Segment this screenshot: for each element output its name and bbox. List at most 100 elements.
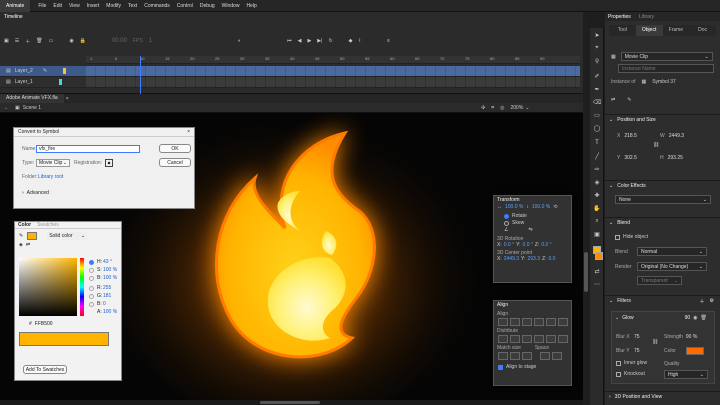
- folder-link[interactable]: Library root: [38, 174, 63, 180]
- align-left-icon[interactable]: [498, 318, 508, 326]
- space-horizontal-icon[interactable]: [552, 352, 562, 360]
- first-frame-icon[interactable]: ⏮: [287, 38, 292, 44]
- tab-object[interactable]: Object: [635, 25, 663, 36]
- layer-frames-layer-1[interactable]: [86, 77, 580, 88]
- back-arrow-icon[interactable]: ←: [4, 105, 9, 111]
- r-radio[interactable]: [89, 285, 94, 291]
- tab-swatches[interactable]: Swatches: [37, 222, 59, 228]
- blue-radio[interactable]: [89, 301, 94, 307]
- space-vertical-icon[interactable]: [540, 352, 550, 360]
- chevron-down-icon[interactable]: ⌄: [525, 105, 529, 111]
- s-radio[interactable]: [89, 267, 94, 273]
- horizontal-scrollbar[interactable]: [0, 400, 583, 405]
- tween-icon[interactable]: ⌇: [359, 38, 361, 44]
- w-value[interactable]: 2449.3: [669, 133, 684, 139]
- hue-slider[interactable]: [80, 258, 84, 316]
- align-hcenter-icon[interactable]: [510, 318, 520, 326]
- h-radio[interactable]: [89, 259, 94, 265]
- camera-tool-icon[interactable]: ▣: [593, 231, 601, 238]
- filters-section[interactable]: ⌄ Filters ＋ ⚙: [605, 295, 720, 306]
- chevron-right-icon[interactable]: ›: [22, 190, 24, 196]
- add-filter-icon[interactable]: ＋: [700, 298, 705, 305]
- tab-frame[interactable]: Frame: [662, 25, 690, 36]
- layer-color-icon[interactable]: [58, 79, 62, 85]
- distribute-vcenter-icon[interactable]: [510, 335, 520, 343]
- transparent-select[interactable]: Transparent ⌄: [637, 276, 682, 285]
- center-x-value[interactable]: 2449.3: [504, 256, 519, 262]
- eraser-tool-icon[interactable]: ⌫: [593, 99, 601, 106]
- distribute-bottom-icon[interactable]: [522, 335, 532, 343]
- edit-symbol-icon[interactable]: ✎: [627, 97, 631, 103]
- fps-value[interactable]: 00.00: [112, 38, 127, 44]
- match-width-icon[interactable]: [498, 352, 508, 360]
- center-y-value[interactable]: 293.3: [527, 256, 540, 262]
- scene-name[interactable]: Scene 1: [23, 105, 41, 111]
- symbol-icon[interactable]: ✣: [481, 105, 485, 111]
- camera-icon[interactable]: ▣: [4, 38, 9, 44]
- h-value[interactable]: 43 °: [103, 259, 112, 265]
- rot-x-value[interactable]: 0.0 °: [504, 242, 514, 248]
- color-type-select[interactable]: Solid color ⌄: [47, 232, 88, 240]
- visibility-icon[interactable]: ◉: [693, 315, 697, 321]
- layer-frames-layer-2[interactable]: [86, 66, 580, 77]
- zoom-tool-icon[interactable]: ⌕: [593, 218, 601, 225]
- zoom-value[interactable]: 200%: [511, 105, 524, 111]
- selection-tool-icon[interactable]: ➤: [593, 32, 601, 39]
- align-vcenter-icon[interactable]: [546, 318, 556, 326]
- paint-brush-tool-icon[interactable]: ✒: [593, 86, 601, 93]
- a-value[interactable]: 100 %: [103, 309, 117, 315]
- menu-debug[interactable]: Debug: [200, 3, 215, 9]
- visibility-icon[interactable]: ◉: [69, 38, 73, 44]
- subselection-tool-icon[interactable]: ⌖: [593, 45, 601, 52]
- reset-scale-icon[interactable]: ⟲: [553, 204, 557, 210]
- more-tools-icon[interactable]: ⋯: [593, 281, 601, 288]
- position-size-section[interactable]: ⌄ Position and Size: [605, 114, 720, 125]
- g-value[interactable]: 181: [103, 293, 111, 299]
- symbol-type-select[interactable]: Movie Clip ⌄: [36, 159, 70, 167]
- eyedropper-tool-icon[interactable]: ✑: [593, 166, 601, 173]
- menu-text[interactable]: Text: [128, 3, 137, 9]
- properties-header[interactable]: Properties: [608, 14, 631, 20]
- align-top-icon[interactable]: [534, 318, 544, 326]
- menu-edit[interactable]: Edit: [53, 3, 62, 9]
- frame-ruler[interactable]: 1 5 10 15 20 25 30 35 40 45 50 55 60 65 …: [86, 56, 580, 64]
- tab-tool[interactable]: Tool: [609, 25, 636, 36]
- skew-radio[interactable]: [504, 220, 509, 226]
- center-z-value[interactable]: 0.0: [548, 256, 555, 262]
- vertical-scrollbar[interactable]: [583, 12, 589, 405]
- distribute-left-icon[interactable]: [534, 335, 544, 343]
- lasso-tool-icon[interactable]: ϙ: [593, 58, 601, 64]
- match-both-icon[interactable]: [522, 352, 532, 360]
- b-radio[interactable]: [89, 275, 94, 281]
- distribute-top-icon[interactable]: [498, 335, 508, 343]
- menu-modify[interactable]: Modify: [106, 3, 121, 9]
- fill-swatch[interactable]: [27, 232, 38, 240]
- menu-commands[interactable]: Commands: [144, 3, 170, 9]
- menu-view[interactable]: View: [69, 3, 80, 9]
- align-right-icon[interactable]: [522, 318, 532, 326]
- bone-tool-icon[interactable]: ✚: [593, 192, 601, 199]
- layer-name[interactable]: Layer_2: [15, 68, 33, 74]
- symbol-name-input[interactable]: [36, 145, 140, 153]
- rotate-radio[interactable]: [504, 213, 509, 219]
- swap-symbol-icon[interactable]: ⇄: [611, 97, 615, 103]
- y-value[interactable]: 302.5: [624, 155, 637, 161]
- stroke-color-icon[interactable]: ✎: [19, 233, 23, 239]
- text-tool-icon[interactable]: T: [593, 140, 601, 146]
- x-value[interactable]: 218.5: [624, 133, 637, 139]
- hand-tool-icon[interactable]: ✋: [593, 205, 601, 212]
- link-blur-icon[interactable]: ⛓: [652, 339, 658, 345]
- distribute-right-icon[interactable]: [558, 335, 568, 343]
- delete-icon[interactable]: 🗑: [701, 315, 707, 321]
- glow-color-swatch[interactable]: [686, 347, 704, 355]
- rectangle-tool-icon[interactable]: ▭: [593, 112, 601, 119]
- blend-section[interactable]: ⌄ Blend: [605, 217, 720, 228]
- scale-width-value[interactable]: 100.0 %: [505, 204, 523, 210]
- blur-x-value[interactable]: 75: [634, 334, 640, 340]
- timeline-tab[interactable]: Timeline: [4, 14, 23, 20]
- flip-icon[interactable]: ⇋: [528, 227, 532, 233]
- hex-value[interactable]: FFB500: [35, 321, 53, 327]
- quality-select[interactable]: High ⌄: [664, 370, 708, 379]
- swap-colors-icon[interactable]: ⇄: [593, 268, 601, 275]
- align-to-stage-checkbox[interactable]: [498, 364, 503, 370]
